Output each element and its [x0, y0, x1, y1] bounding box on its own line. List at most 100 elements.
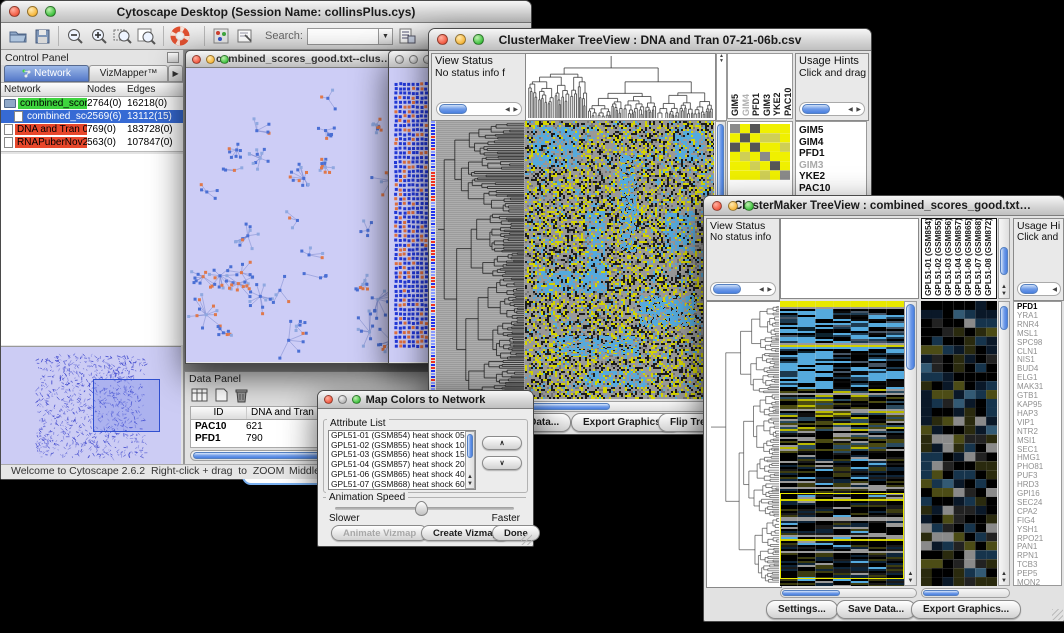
row-label: GIM5 [799, 125, 866, 137]
minimize-button[interactable] [455, 34, 466, 45]
move-up-button[interactable]: ∧ [482, 436, 522, 450]
network-tab-icon [22, 69, 31, 78]
tab-overflow-arrow[interactable]: ▶ [168, 65, 183, 82]
gene-label[interactable]: MON2 [1017, 579, 1061, 586]
zoom-button[interactable] [352, 395, 361, 404]
resize-grip[interactable] [521, 534, 532, 545]
close-button[interactable] [192, 55, 201, 64]
attribute-list-vscrollbar[interactable]: ▲▼ [465, 431, 475, 489]
help-ring-icon[interactable] [168, 25, 192, 47]
edges-count: 13112(15) [127, 111, 183, 122]
network-table-body: combined_scores2764(0)16218(0)combined_s… [1, 97, 183, 152]
tab-overflow-label: ▶ [173, 69, 179, 78]
main-titlebar[interactable]: Cytoscape Desktop (Session Name: collins… [1, 1, 531, 23]
tv2-zoom-hscrollbar[interactable] [921, 588, 1010, 598]
tv2-labels-vscrollbar[interactable]: ▲▼ [998, 218, 1010, 299]
tv1-heatmap-hscrollbar[interactable] [525, 401, 725, 412]
done-button[interactable]: Done [492, 525, 540, 541]
tv2-settings-button[interactable]: Settings... [766, 600, 838, 619]
save-icon[interactable] [30, 25, 54, 47]
nodes-count: 563(0) [87, 137, 127, 148]
minimize-button[interactable] [206, 55, 215, 64]
network-row[interactable]: DNA and Tran 07769(0)183728(0) [1, 123, 183, 136]
network-view-canvas[interactable] [186, 68, 420, 362]
col-nodes[interactable]: Nodes [87, 84, 127, 95]
index-icon[interactable] [396, 25, 420, 47]
treeview1-titlebar[interactable]: ClusterMaker TreeView : DNA and Tran 07-… [429, 29, 871, 51]
tv1-usage-scrollbar[interactable]: ◀ ▶ [799, 102, 865, 116]
row-label: GIM3 [799, 160, 866, 172]
tv1-heatmap-canvas[interactable] [525, 121, 714, 399]
tv1-correlation-matrix-canvas[interactable] [730, 124, 790, 180]
column-label: GPL51-08 (GSM872) [984, 219, 994, 296]
toolbar-separator [58, 26, 59, 46]
dialog-titlebar[interactable]: Map Colors to Network [318, 391, 533, 409]
close-button[interactable] [324, 395, 333, 404]
attribute-listbox[interactable]: GPL51-01 (GSM854) heat shock 05 minGPL51… [328, 430, 476, 490]
tv2-zoom-vscrollbar[interactable]: ▲▼ [998, 301, 1010, 586]
row-id: PAC10 [191, 421, 246, 432]
close-button[interactable] [9, 6, 20, 17]
tab-network[interactable]: Network [4, 65, 89, 82]
tv2-global-heatmap-canvas[interactable] [780, 301, 904, 586]
tv2-save-data-button[interactable]: Save Data... [836, 600, 916, 619]
zoom-in-icon[interactable] [87, 25, 111, 47]
close-button[interactable] [395, 55, 404, 64]
zoom-button[interactable] [744, 201, 754, 211]
tv2-global-hscrollbar[interactable] [780, 588, 917, 598]
network-row[interactable]: combined_scores2764(0)16218(0) [1, 97, 183, 110]
annotation-icon[interactable] [233, 25, 257, 47]
zoom-fit-icon[interactable] [135, 25, 159, 47]
tv2-usage-scrollbar[interactable]: ◀ [1017, 282, 1061, 296]
tv1-column-dendrogram-canvas[interactable] [525, 53, 716, 121]
data-col-id[interactable]: ID [191, 407, 247, 419]
tv1-view-status-text: No status info f [432, 67, 526, 79]
tv2-zoom-heatmap-canvas[interactable] [921, 301, 997, 586]
tv2-global-vscrollbar[interactable]: ▲▼ [904, 301, 917, 586]
animate-vizmap-button[interactable]: Animate Vizmap [331, 525, 428, 541]
col-edges[interactable]: Edges [127, 84, 183, 95]
network-window-titlebar[interactable]: combined_scores_good.txt--cluste... [186, 51, 422, 68]
network-row[interactable]: RNAPuberNov2+l563(0)107847(0) [1, 136, 183, 149]
trash-icon[interactable] [235, 388, 248, 408]
zoom-button[interactable] [45, 6, 56, 17]
zoom-selected-region-icon[interactable] [111, 25, 135, 47]
speed-slider-thumb[interactable] [415, 501, 428, 516]
close-button[interactable] [712, 201, 722, 211]
tv2-export-graphics-button[interactable]: Export Graphics... [911, 600, 1021, 619]
search-input[interactable] [307, 28, 379, 45]
tv2-status-scrollbar[interactable]: ◀ ▶ [710, 282, 776, 296]
move-down-button[interactable]: ∨ [482, 456, 522, 470]
minimize-button[interactable] [409, 55, 418, 64]
col-network[interactable]: Network [1, 84, 87, 95]
open-icon[interactable] [6, 25, 30, 47]
search-dropdown-arrow[interactable]: ▼ [379, 28, 393, 45]
zoom-button[interactable] [473, 34, 484, 45]
column-label: PAC10 [783, 54, 793, 116]
minimize-button[interactable] [27, 6, 38, 17]
network-table-header: Network Nodes Edges [1, 83, 183, 97]
close-button[interactable] [437, 34, 448, 45]
table-icon[interactable] [191, 388, 208, 408]
tv1-row-dendrogram-canvas[interactable] [436, 121, 525, 399]
network-overview-canvas[interactable] [1, 346, 181, 465]
zoom-button[interactable] [220, 55, 229, 64]
minimize-button[interactable] [728, 201, 738, 211]
treeview2-titlebar[interactable]: ClusterMaker TreeView : combined_scores_… [704, 196, 1064, 216]
resize-grip[interactable] [1052, 609, 1063, 620]
float-panel-icon[interactable] [167, 52, 179, 63]
zoom-out-icon[interactable] [63, 25, 87, 47]
network-row[interactable]: combined_sco2569(6)13112(15) [1, 110, 183, 123]
new-document-icon[interactable] [215, 388, 228, 408]
tv2-column-tree-area [780, 218, 919, 299]
map-colors-dialog: Map Colors to Network Attribute List GPL… [317, 390, 534, 547]
tv2-row-dendrogram-canvas[interactable] [706, 301, 782, 588]
column-label: GIM4 [741, 54, 751, 116]
attribute-list-item[interactable]: GPL51-07 (GSM868) heat shock 60 min [329, 480, 465, 489]
tab-network-label: Network [34, 68, 71, 79]
tv1-status-scrollbar[interactable]: ◀ ▶ [436, 102, 522, 116]
vizmapper-icon[interactable] [209, 25, 233, 47]
tab-vizmapper[interactable]: VizMapper™ [89, 65, 168, 82]
minimize-button[interactable] [338, 395, 347, 404]
tv1-usage-hints-text: Click and drag tc [796, 67, 868, 79]
